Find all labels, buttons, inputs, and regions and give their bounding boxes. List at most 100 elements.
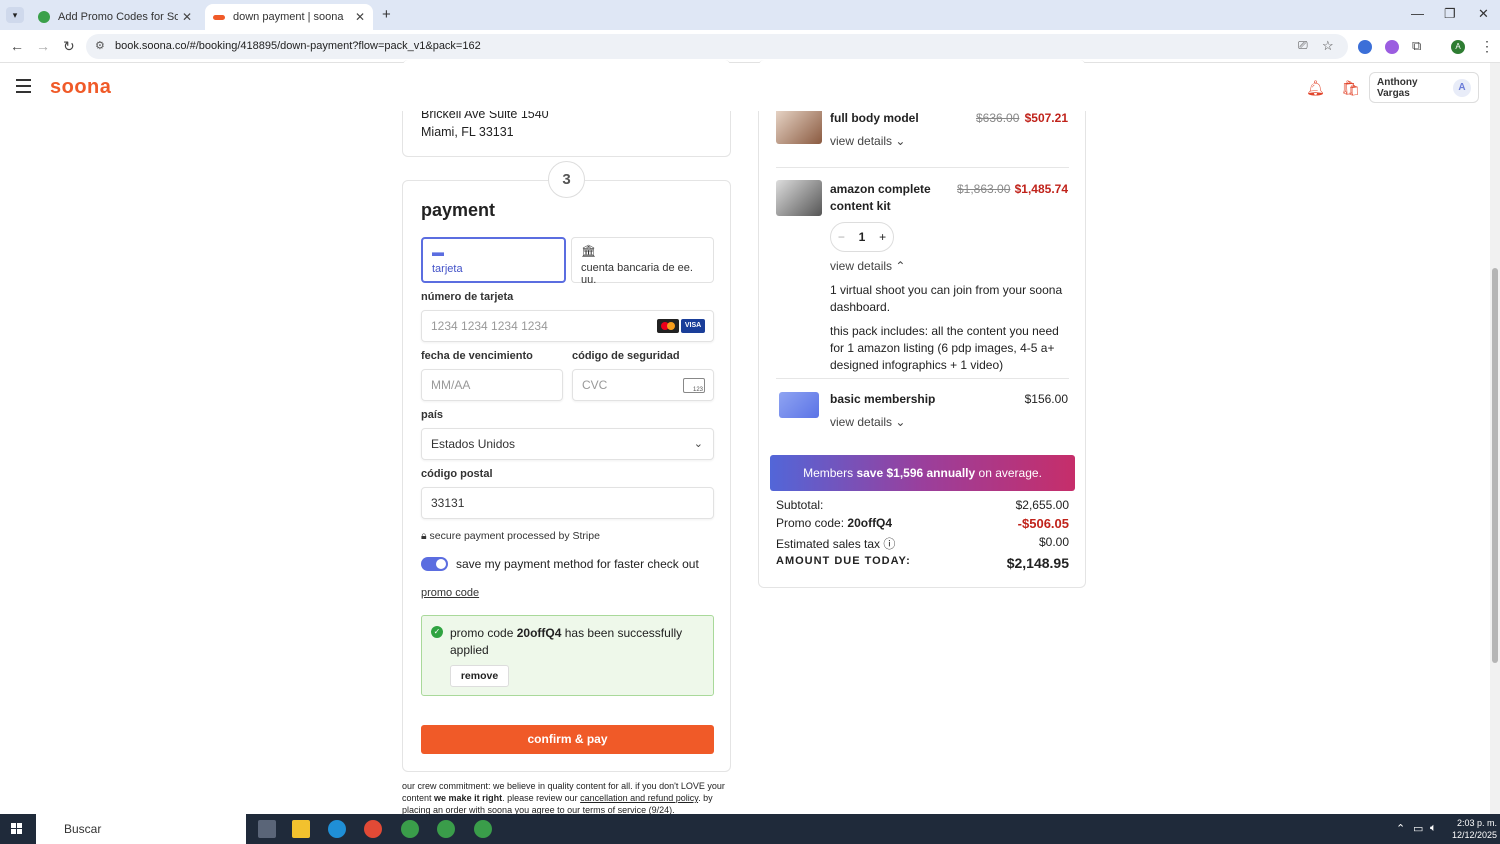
os-taskbar: Buscar ⌃ ▭ 🔈︎ 2:03 p. m. 12/12/2025 <box>0 814 1500 844</box>
method-label: cuenta bancaria de ee. uu. <box>581 262 693 286</box>
quantity-value: 1 <box>858 230 866 244</box>
lock-icon: 🔒︎ <box>421 530 427 542</box>
bookmark-star-icon[interactable]: ☆ <box>1322 38 1334 54</box>
window-close-icon[interactable]: ✕ <box>1478 6 1489 22</box>
card-number-label: número de tarjeta <box>421 291 514 303</box>
payment-method-card-tab[interactable]: ▬ tarjeta <box>421 237 566 283</box>
volume-icon[interactable]: 🔈︎ <box>1430 822 1437 835</box>
new-tab-icon[interactable]: + <box>382 6 391 23</box>
hamburger-menu-icon[interactable] <box>16 79 31 97</box>
plus-icon[interactable]: + <box>879 230 886 244</box>
address-bar[interactable]: ⚙ book.soona.co/#/booking/418895/down-pa… <box>86 34 1348 59</box>
tab-search-dropdown[interactable]: ▾ <box>6 7 24 23</box>
tab-favicon-icon <box>38 11 50 23</box>
forward-icon[interactable]: → <box>36 38 50 54</box>
item-thumbnail <box>779 392 819 418</box>
payment-card: payment ▬ tarjeta 🏛︎ cuenta bancaria de … <box>402 180 731 772</box>
info-icon[interactable]: ⓘ <box>883 537 895 551</box>
item-description: this pack includes: all the content you … <box>830 324 1059 372</box>
tax-label-group: Estimated sales tax ⓘ <box>776 535 895 552</box>
tab-down-payment[interactable]: down payment | soona ✕ <box>205 4 373 30</box>
task-view-icon[interactable] <box>258 820 276 838</box>
amount-due-value: $2,148.95 <box>1006 555 1069 571</box>
minimize-icon[interactable]: — <box>1411 6 1424 21</box>
mastercard-icon <box>657 319 679 333</box>
divider <box>776 378 1069 379</box>
close-tab-icon[interactable]: ✕ <box>355 10 365 24</box>
order-summary-card: full body model $636.00 $507.21 view det… <box>758 60 1086 588</box>
reload-icon[interactable]: ↻ <box>63 38 75 55</box>
scrollbar-thumb[interactable] <box>1492 268 1498 663</box>
item-description: 1 virtual shoot you can join from your s… <box>830 283 1063 314</box>
promo-amount: -$506.05 <box>1017 516 1069 531</box>
item-name: amazon complete content kit <box>830 182 931 213</box>
browser-tab-bar: ▾ Add Promo Codes for Soona – ✕ down pay… <box>0 0 1500 30</box>
card-number-input[interactable]: 1234 1234 1234 1234 VISA <box>421 310 714 342</box>
subtotal-row: Subtotal: $2,655.00 <box>776 498 1069 512</box>
view-details-toggle[interactable]: view details ⌄ <box>830 415 905 429</box>
card-icon: ▬ <box>432 245 444 259</box>
item-thumbnail <box>776 180 822 216</box>
tab-promo-codes[interactable]: Add Promo Codes for Soona – ✕ <box>30 4 200 30</box>
taskbar-clock[interactable]: 2:03 p. m. 12/12/2025 <box>1452 817 1497 841</box>
payment-method-bank-tab[interactable]: 🏛︎ cuenta bancaria de ee. uu. <box>571 237 714 286</box>
soona-logo[interactable]: soona <box>50 76 111 99</box>
tab-title: down payment | soona <box>233 11 344 23</box>
extension-icon[interactable] <box>1385 40 1399 54</box>
edge-icon[interactable] <box>328 820 346 838</box>
address-line-2: Miami, FL 33131 <box>421 125 514 139</box>
country-select[interactable]: Estados Unidos ⌄ <box>421 428 714 460</box>
taskbar-search[interactable]: Buscar <box>36 814 246 844</box>
shopping-bag-icon[interactable]: 🛍︎ <box>1341 79 1360 97</box>
extension-icon[interactable] <box>1358 40 1372 54</box>
chrome-icon[interactable] <box>401 820 419 838</box>
confirm-pay-button[interactable]: confirm & pay <box>421 725 714 754</box>
chrome-icon[interactable] <box>364 820 382 838</box>
save-method-label: save my payment method for faster check … <box>456 557 699 571</box>
site-info-icon[interactable]: ⚙ <box>95 39 105 52</box>
bank-icon: 🏛︎ <box>581 244 597 258</box>
view-details-toggle[interactable]: view details ⌄ <box>830 134 905 148</box>
chrome-icon[interactable] <box>474 820 492 838</box>
avatar: A <box>1453 78 1471 97</box>
tray-chevron-icon[interactable]: ⌃ <box>1396 822 1405 835</box>
user-menu[interactable]: Anthony Vargas A <box>1369 72 1479 103</box>
cvc-placeholder: CVC <box>582 378 608 392</box>
quantity-stepper[interactable]: − 1 + <box>830 222 894 252</box>
remove-promo-button[interactable]: remove <box>450 665 509 687</box>
chrome-icon[interactable] <box>437 820 455 838</box>
extensions-puzzle-icon[interactable]: ⧉ <box>1412 38 1421 54</box>
file-explorer-icon[interactable] <box>292 820 310 838</box>
promo-code-link[interactable]: promo code <box>421 587 479 599</box>
divider <box>776 167 1069 168</box>
back-icon[interactable]: ← <box>10 38 24 54</box>
view-details-label: view details <box>830 259 893 273</box>
postal-code-input[interactable]: 33131 <box>421 487 714 519</box>
visa-icon: VISA <box>681 319 705 333</box>
install-app-icon[interactable]: ⎚ <box>1298 38 1308 53</box>
soona-favicon-icon <box>213 14 225 20</box>
network-icon[interactable]: ▭ <box>1413 822 1423 835</box>
view-details-toggle[interactable]: view details ⌃ <box>830 259 905 273</box>
card-number-placeholder: 1234 1234 1234 1234 <box>431 319 548 333</box>
notification-bell-icon[interactable]: 🔔︎ <box>1306 79 1325 97</box>
promo-code-applied: 20offQ4 <box>516 626 562 640</box>
banner-pre: Members <box>803 466 854 480</box>
tax-label: Estimated sales tax <box>776 537 881 551</box>
profile-avatar[interactable]: A <box>1451 40 1465 54</box>
minus-icon[interactable]: − <box>838 230 845 244</box>
refund-policy-link[interactable]: cancellation and refund policy <box>580 793 698 803</box>
cvc-input[interactable]: CVC 123 <box>572 369 714 401</box>
subtotal-label: Subtotal: <box>776 498 824 512</box>
save-method-toggle[interactable] <box>421 557 448 571</box>
crew-text-2: . please review our <box>502 793 578 803</box>
check-circle-icon: ✓ <box>431 626 443 638</box>
windows-start-icon[interactable] <box>11 823 23 835</box>
close-tab-icon[interactable]: ✕ <box>182 10 192 24</box>
expiry-input[interactable]: MM/AA <box>421 369 563 401</box>
menu-kebab-icon[interactable]: ⋮ <box>1480 38 1494 55</box>
page-scrollbar[interactable] <box>1490 63 1500 814</box>
subtotal-value: $2,655.00 <box>1015 498 1069 512</box>
membership-savings-banner: Members save $1,596 annually on average. <box>770 455 1075 491</box>
restore-icon[interactable]: ❐ <box>1444 6 1456 22</box>
